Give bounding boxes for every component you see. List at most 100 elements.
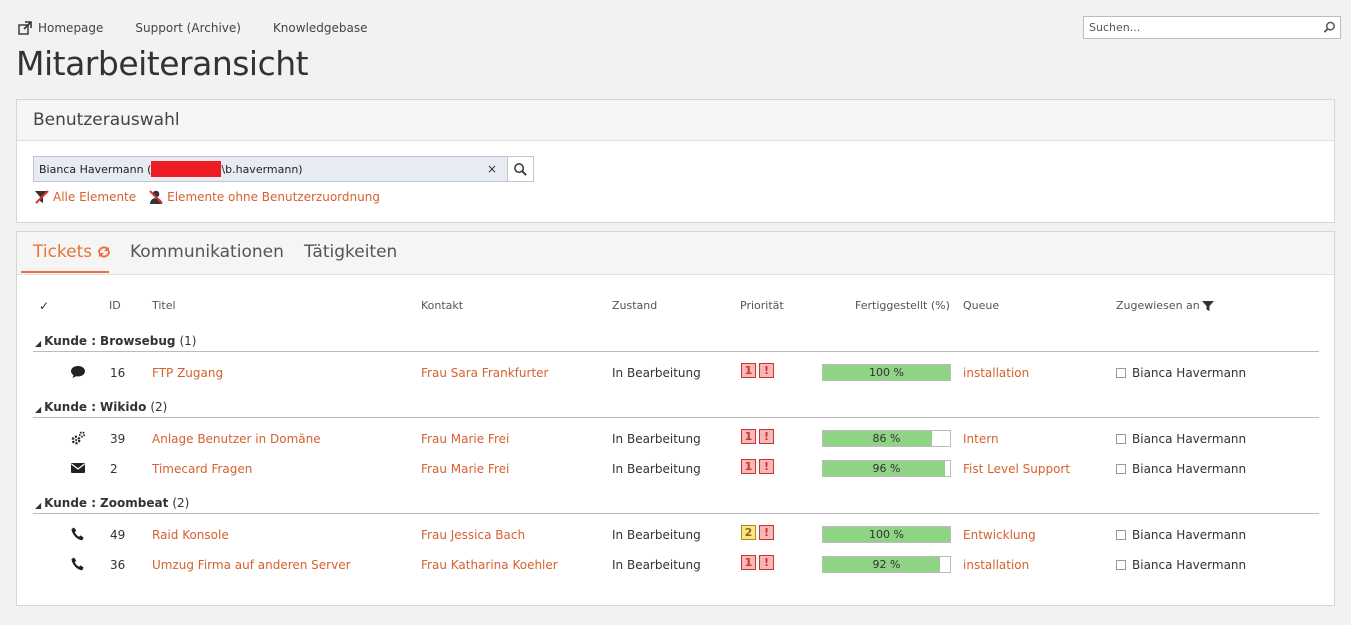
refresh-bolt-icon[interactable]: [96, 244, 112, 260]
search-icon[interactable]: [1318, 21, 1340, 34]
assignee-checkbox[interactable]: [1116, 464, 1126, 474]
user-select-field[interactable]: Bianca Havermann (\b.havermann) ×: [33, 156, 508, 182]
page-title: Mitarbeiteransicht: [16, 44, 309, 83]
ticket-id: 49: [110, 528, 126, 542]
queue-link[interactable]: Entwicklung: [963, 528, 1036, 542]
table-row[interactable]: 16 FTP Zugang Frau Sara Frankfurter In Bear…: [17, 358, 1336, 388]
progress-label: 92 %: [872, 558, 901, 571]
group-header[interactable]: ◢ Kunde : Zoombeat (2): [33, 494, 1319, 514]
filter-unassigned[interactable]: Elemente ohne Benutzerzuordnung: [148, 189, 380, 205]
assignee-name: Bianca Havermann: [1132, 558, 1247, 572]
col-fertiggestellt[interactable]: Fertiggestellt (%): [855, 299, 950, 312]
nav-support-archive[interactable]: Support (Archive): [135, 21, 241, 35]
col-queue[interactable]: Queue: [963, 299, 999, 312]
assignee-checkbox[interactable]: [1116, 368, 1126, 378]
priority-number-badge: 1: [741, 555, 756, 570]
magnifier-icon: [514, 162, 527, 176]
queue-link[interactable]: installation: [963, 366, 1029, 380]
contact-link[interactable]: Frau Jessica Bach: [421, 528, 525, 542]
col-titel[interactable]: Titel: [152, 299, 176, 312]
assignee-name: Bianca Havermann: [1132, 432, 1247, 446]
table-row[interactable]: 49 Raid Konsole Frau Jessica Bach In Bearbe…: [17, 520, 1336, 550]
progress-bar: 100 %: [822, 364, 951, 381]
table-row[interactable]: 39 Anlage Benutzer in Domäne Frau Marie Fr…: [17, 424, 1336, 454]
ticket-title-link[interactable]: Umzug Firma auf anderen Server: [152, 558, 351, 572]
phone-icon: [70, 526, 86, 545]
tab-kommunikationen[interactable]: Kommunikationen: [130, 242, 284, 262]
user-remove-icon: [149, 190, 163, 204]
priority-badges: 2!: [741, 525, 774, 540]
assignee: Bianca Havermann: [1116, 528, 1246, 542]
ticket-title-link[interactable]: FTP Zugang: [152, 366, 223, 380]
col-zustand[interactable]: Zustand: [612, 299, 657, 312]
priority-exclamation-badge: !: [759, 429, 774, 444]
search-input[interactable]: [1084, 17, 1318, 38]
ticket-title-link[interactable]: Anlage Benutzer in Domäne: [152, 432, 321, 446]
group-name: Zoombeat: [100, 496, 169, 510]
group-label: Kunde :: [44, 400, 97, 414]
collapse-triangle-icon[interactable]: ◢: [35, 501, 41, 510]
filter-clear-icon: [35, 190, 49, 204]
nav-knowledgebase[interactable]: Knowledgebase: [273, 21, 368, 35]
col-check[interactable]: ✓: [39, 299, 49, 313]
tab-taetigkeiten[interactable]: Tätigkeiten: [304, 242, 397, 262]
user-selection-header: Benutzerauswahl: [17, 100, 1334, 141]
priority-number-badge: 2: [741, 525, 756, 540]
col-zugewiesen-label: Zugewiesen an: [1116, 299, 1200, 312]
filter-icon[interactable]: [1201, 300, 1214, 312]
filter-all-elements[interactable]: Alle Elemente: [34, 189, 136, 205]
filter-all-label: Alle Elemente: [53, 190, 137, 204]
assignee-name: Bianca Havermann: [1132, 366, 1247, 380]
tab-taetigkeiten-label: Tätigkeiten: [304, 242, 398, 262]
queue-link[interactable]: Fist Level Support: [963, 462, 1070, 476]
col-zugewiesen[interactable]: Zugewiesen an: [1116, 299, 1214, 312]
queue-link[interactable]: installation: [963, 558, 1029, 572]
assignee-checkbox[interactable]: [1116, 434, 1126, 444]
queue-link[interactable]: Intern: [963, 432, 999, 446]
col-kontakt[interactable]: Kontakt: [421, 299, 463, 312]
user-select-prefix: Bianca Havermann (: [39, 162, 152, 176]
clear-user-button[interactable]: ×: [487, 162, 497, 176]
ticket-id: 39: [110, 432, 126, 446]
progress-label: 100 %: [869, 366, 904, 379]
external-link-icon: [18, 21, 32, 35]
progress-label: 86 %: [872, 432, 901, 445]
group-count: (2): [150, 400, 168, 414]
priority-badges: 1!: [741, 459, 774, 474]
table-row[interactable]: 2 Timecard Fragen Frau Marie Frei In Bearbe…: [17, 454, 1336, 484]
assignee: Bianca Havermann: [1116, 366, 1246, 380]
ticket-title-link[interactable]: Timecard Fragen: [152, 462, 252, 476]
redacted-block: [151, 161, 222, 177]
collapse-triangle-icon[interactable]: ◢: [35, 405, 41, 414]
contact-link[interactable]: Frau Marie Frei: [421, 432, 509, 446]
assignee: Bianca Havermann: [1116, 558, 1246, 572]
group-count: (1): [179, 334, 197, 348]
assignee-checkbox[interactable]: [1116, 530, 1126, 540]
progress-label: 100 %: [869, 528, 904, 541]
col-id[interactable]: ID: [109, 299, 121, 312]
ticket-title-link[interactable]: Raid Konsole: [152, 528, 229, 542]
group-header[interactable]: ◢ Kunde : Browsebug (1): [33, 332, 1319, 352]
contact-link[interactable]: Frau Sara Frankfurter: [421, 366, 548, 380]
nav-homepage[interactable]: Homepage: [17, 20, 103, 36]
group-count: (2): [172, 496, 190, 510]
collapse-triangle-icon[interactable]: ◢: [35, 339, 41, 348]
contact-link[interactable]: Frau Katharina Koehler: [421, 558, 558, 572]
assignee-name: Bianca Havermann: [1132, 528, 1247, 542]
group-name: Wikido: [100, 400, 147, 414]
group-header[interactable]: ◢ Kunde : Wikido (2): [33, 398, 1319, 418]
priority-number-badge: 1: [741, 363, 756, 378]
group-label: Kunde :: [44, 334, 97, 348]
user-search-button[interactable]: [507, 156, 534, 182]
tab-kommunikationen-label: Kommunikationen: [130, 242, 284, 262]
col-prioritaet[interactable]: Priorität: [740, 299, 784, 312]
table-row[interactable]: 36 Umzug Firma auf anderen Server Frau Kat…: [17, 550, 1336, 580]
assignee-checkbox[interactable]: [1116, 560, 1126, 570]
tab-tickets[interactable]: Tickets: [33, 242, 112, 262]
progress-bar: 96 %: [822, 460, 951, 477]
priority-exclamation-badge: !: [759, 459, 774, 474]
contact-link[interactable]: Frau Marie Frei: [421, 462, 509, 476]
ticket-status: In Bearbeitung: [612, 462, 701, 476]
envelope-icon: [70, 460, 86, 479]
progress-label: 96 %: [872, 462, 901, 475]
